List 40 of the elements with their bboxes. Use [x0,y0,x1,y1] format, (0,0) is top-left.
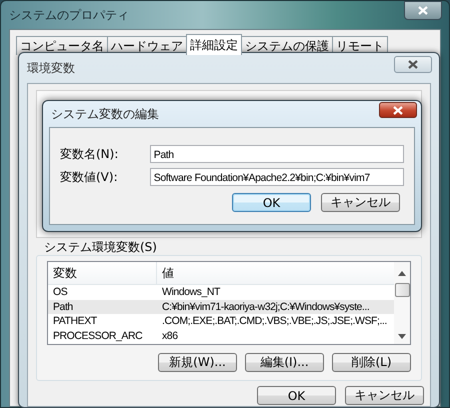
list-row[interactable]: OS Windows_NT [48,285,394,300]
tab[interactable]: 詳細設定 [186,34,242,55]
input-field[interactable]: Software Foundation¥Apache2.2¥bin;C:¥bin¥vim7 [150,168,404,186]
button[interactable]: 削除(L) [332,353,411,372]
scroll-down-icon[interactable] [398,334,406,339]
table-cell-text: Windows_NT [161,285,222,300]
table-cell-text: OS [52,285,68,300]
list-row[interactable]: Path C:¥bin¥vim71-kaoriya-w32j;C:¥Windows¥syste... [48,300,394,314]
button[interactable]: OK [257,386,336,405]
close-button[interactable] [404,1,442,20]
close-button[interactable] [394,56,432,73]
field-label: 変数名(N): [60,146,120,162]
field-label: 変数値(V): [60,168,119,186]
scroll-thumb[interactable] [394,283,410,297]
close-icon [418,6,428,15]
group-label: システム環境変数(S) [44,240,158,255]
table-cell-text: C:¥bin¥vim71-kaoriya-w32j;C:¥Windows¥syste... [161,300,370,314]
close-icon [408,60,418,69]
button[interactable]: キャンセル [321,193,400,212]
close-icon [393,106,403,114]
button[interactable]: OK [232,193,311,212]
button[interactable]: キャンセル [345,386,424,405]
list-row[interactable]: PROCESSOR_ARC x86 [48,328,394,343]
column-header[interactable]: 変数 [48,262,157,284]
table-cell-text: .COM;.EXE;.BAT;.CMD;.VBS;.VBE;.JS;.JSE;.WSF;... [161,314,388,328]
scrollbar[interactable] [394,262,410,344]
table-cell-text: PROCESSOR_ARC [52,328,144,343]
list-row[interactable]: PATHEXT .COM;.EXE;.BAT;.CMD;.VBS;.VBE;.JS;.JSE;.WSF;... [48,314,394,328]
input-field[interactable]: Path [150,145,404,163]
table-cell-text: x86 [161,328,179,343]
dialog-title: 環境変数 [27,60,75,77]
column-header[interactable]: 値 [157,262,394,284]
window-title: システムのプロパティ [9,7,129,24]
button[interactable]: 編集(I)... [245,353,324,372]
table-cell-text: PATHEXT [52,314,98,328]
button[interactable]: 新規(W)... [158,353,237,372]
dialog-title: システム変数の編集 [51,106,159,123]
close-button[interactable] [379,102,417,118]
scroll-up-icon[interactable] [398,271,406,276]
table-cell-text: Path [52,300,74,314]
